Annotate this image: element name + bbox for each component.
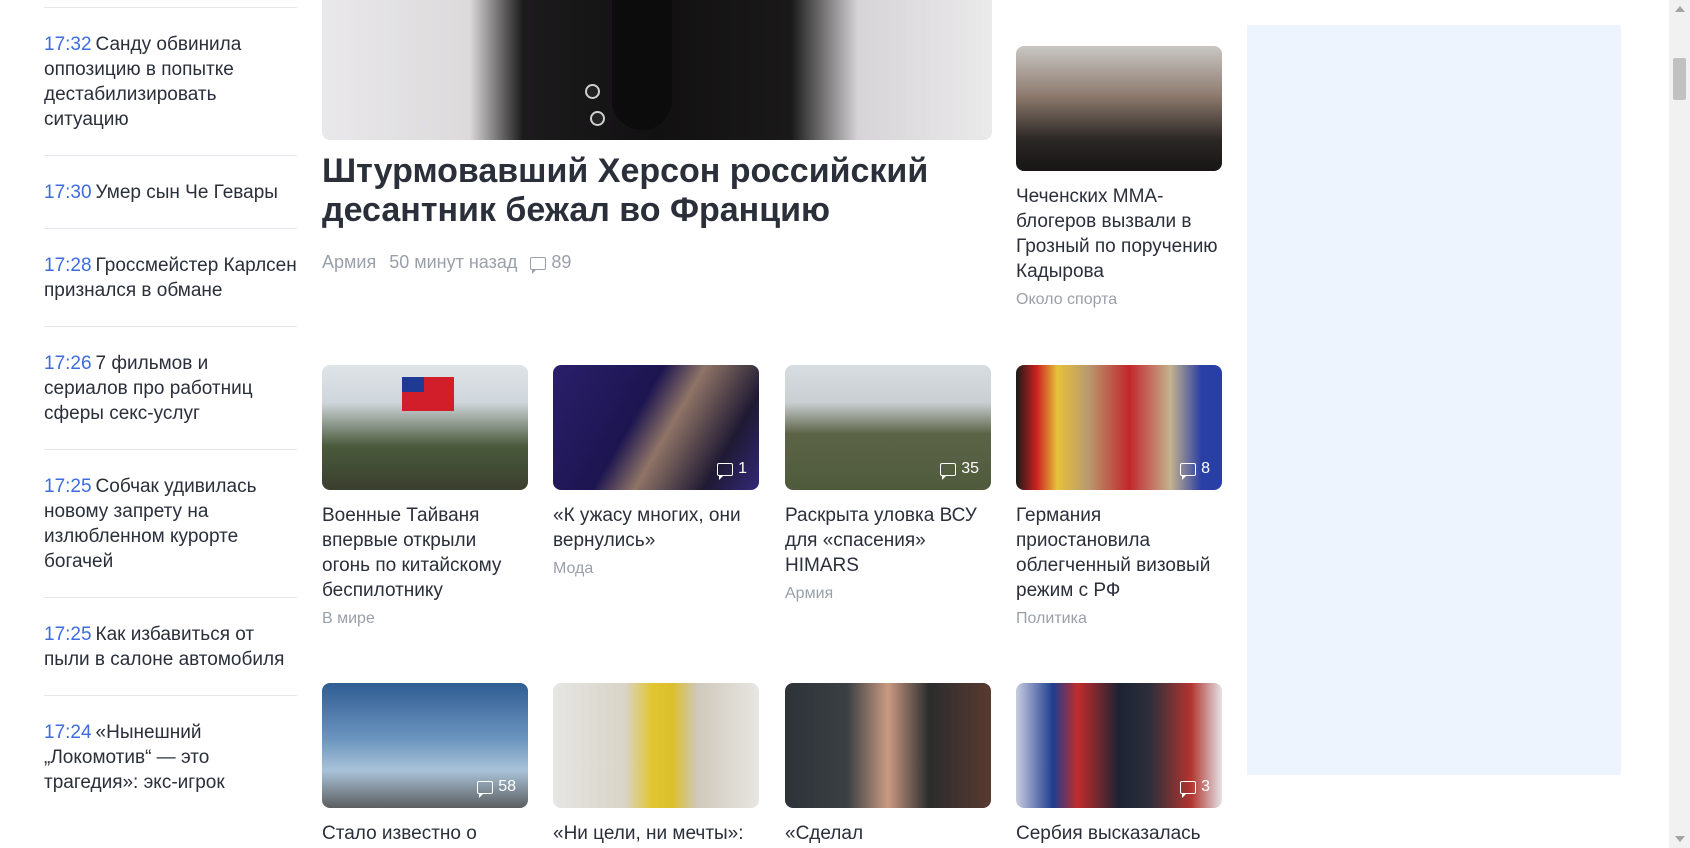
- feed-time: 17:30: [44, 182, 92, 203]
- feed-time: 17:24: [44, 722, 92, 743]
- comment-badge: 8: [1180, 460, 1210, 480]
- comment-icon: [940, 462, 957, 480]
- news-card[interactable]: Военные Тайваня впервые открыли огонь по…: [322, 365, 528, 628]
- comment-icon: [530, 256, 547, 274]
- scrollbar-thumb[interactable]: [1673, 58, 1686, 100]
- comment-icon: [717, 462, 734, 480]
- news-card[interactable]: 58 Стало известно о: [322, 683, 528, 846]
- news-card[interactable]: «Сделал: [785, 683, 991, 846]
- feed-time: 17:25: [44, 624, 92, 645]
- news-card-image: 3: [1016, 683, 1222, 808]
- comment-count: 1: [738, 460, 747, 477]
- scroll-up-arrow-icon[interactable]: [1675, 6, 1685, 12]
- news-card-image: [785, 683, 991, 808]
- feed-time: 17:25: [44, 476, 92, 497]
- hero-image[interactable]: [322, 0, 992, 140]
- news-card-image: 58: [322, 683, 528, 808]
- news-card-image: [553, 683, 759, 808]
- news-card-category[interactable]: Мода: [553, 560, 759, 578]
- feed-item[interactable]: 17:25 Собчак удивилась новому запрету на …: [44, 449, 297, 597]
- news-card-title[interactable]: Германия приостановила облегченный визов…: [1016, 503, 1222, 603]
- news-card-title[interactable]: «К ужасу многих, они вернулись»: [553, 503, 759, 553]
- side-news-card[interactable]: Чеченских MMA-блогеров вызвали в Грозный…: [1016, 46, 1222, 309]
- feed-item[interactable]: 17:28 Гроссмейстер Карлсен признался в об…: [44, 228, 297, 326]
- news-card-title[interactable]: Раскрыта уловка ВСУ для «спасения» HIMAR…: [785, 503, 991, 578]
- news-card-title[interactable]: «Сделал: [785, 821, 991, 846]
- hero-image-button: [585, 84, 600, 99]
- scroll-down-arrow-icon[interactable]: [1675, 836, 1685, 842]
- feed-time: 17:26: [44, 353, 92, 374]
- news-card-image: 8: [1016, 365, 1222, 490]
- comment-badge: 1: [717, 460, 747, 480]
- hero-image-button: [590, 111, 605, 126]
- news-card[interactable]: «Ни цели, ни мечты»:: [553, 683, 759, 846]
- news-card-category[interactable]: В мире: [322, 610, 528, 628]
- hero-comment-count: 89: [551, 252, 572, 272]
- news-card[interactable]: 8 Германия приостановила облегченный виз…: [1016, 365, 1222, 628]
- news-card-image: 1: [553, 365, 759, 490]
- news-card-image: 35: [785, 365, 991, 490]
- ad-placeholder: [1247, 25, 1621, 775]
- comment-count: 35: [961, 460, 979, 477]
- news-card-category[interactable]: Армия: [785, 585, 991, 603]
- news-card-title[interactable]: Стало известно о: [322, 821, 528, 846]
- comment-badge: 3: [1180, 778, 1210, 798]
- hero-image-shirt: [612, 0, 672, 130]
- news-card[interactable]: 3 Сербия высказалась: [1016, 683, 1222, 846]
- comment-icon: [477, 780, 494, 798]
- hero-headline[interactable]: Штурмовавший Херсон российский десантник…: [322, 152, 1002, 230]
- hero-time: 50 минут назад: [389, 252, 518, 272]
- comment-badge: 35: [940, 460, 979, 480]
- comment-badge: 58: [477, 778, 516, 798]
- news-card[interactable]: 35 Раскрыта уловка ВСУ для «спасения» HI…: [785, 365, 991, 603]
- news-card-title[interactable]: Сербия высказалась: [1016, 821, 1222, 846]
- side-card-image: [1016, 46, 1222, 171]
- side-card-title[interactable]: Чеченских MMA-блогеров вызвали в Грозный…: [1016, 184, 1222, 284]
- comment-count: 8: [1201, 460, 1210, 477]
- feed-item[interactable]: 17:25 Как избавиться от пыли в салоне авт…: [44, 597, 297, 695]
- side-card-category[interactable]: Около спорта: [1016, 291, 1222, 309]
- page-scrollbar[interactable]: [1669, 0, 1690, 848]
- news-card-title[interactable]: Военные Тайваня впервые открыли огонь по…: [322, 503, 528, 603]
- feed-item[interactable]: 17:30 Умер сын Че Гевары: [44, 155, 297, 228]
- feed-item[interactable]: 17:32 Санду обвинила оппозицию в попытке …: [44, 7, 297, 155]
- feed-text: Умер сын Че Гевары: [95, 182, 278, 203]
- hero-category[interactable]: Армия: [322, 252, 376, 273]
- news-card-category[interactable]: Политика: [1016, 610, 1222, 628]
- comment-icon: [1180, 780, 1197, 798]
- news-card[interactable]: 1 «К ужасу многих, они вернулись» Мода: [553, 365, 759, 578]
- feed-item[interactable]: 17:24 «Нынешний „Локомотив“ — это трагеди…: [44, 695, 297, 818]
- news-card-title[interactable]: «Ни цели, ни мечты»:: [553, 821, 759, 846]
- hero-meta: Армия 50 минут назад 89: [322, 252, 572, 274]
- feed-time: 17:32: [44, 34, 92, 55]
- feed-time: 17:28: [44, 255, 92, 276]
- comment-count: 58: [498, 778, 516, 795]
- comment-icon: [1180, 462, 1197, 480]
- news-feed: 17:32 Санду обвинила оппозицию в попытке …: [44, 0, 297, 818]
- comment-count: 3: [1201, 778, 1210, 795]
- flag-shape: [402, 377, 454, 411]
- feed-item[interactable]: 17:26 7 фильмов и сериалов про работниц с…: [44, 326, 297, 449]
- hero-comments[interactable]: 89: [530, 252, 572, 274]
- news-card-image: [322, 365, 528, 490]
